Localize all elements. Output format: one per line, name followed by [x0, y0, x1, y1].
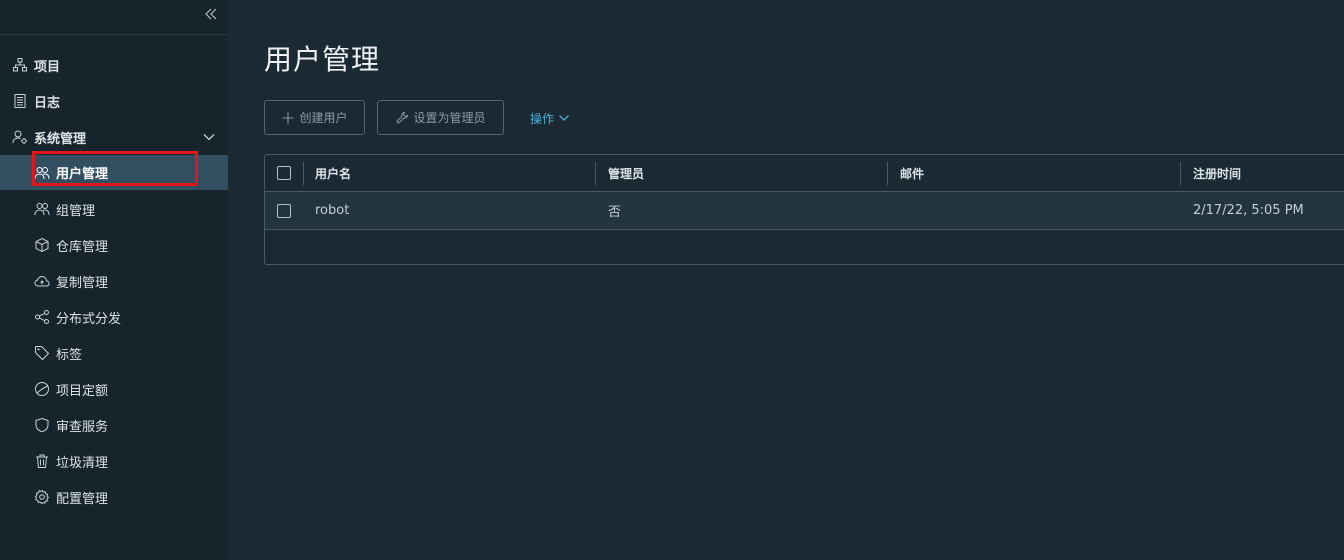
group-icon [34, 201, 50, 217]
row-checkbox[interactable] [277, 203, 291, 218]
trash-icon [34, 453, 50, 469]
sidebar-item-registries[interactable]: 仓库管理 [0, 228, 228, 262]
sidebar-item-label: 配置管理 [56, 491, 109, 507]
sidebar: 项目 日志 系统管理 用户管理 组管理 仓库管理 复制管理 分布式分发 标签 项… [0, 0, 228, 560]
select-all-cell [277, 155, 291, 191]
sidebar-item-projects[interactable]: 项目 [0, 48, 228, 82]
create-user-label: 创建用户 [299, 111, 348, 125]
plus-icon [282, 112, 294, 123]
column-header-email[interactable]: 邮件 [900, 155, 924, 191]
table-header: 用户名 管理员 邮件 注册时间 [265, 155, 1344, 192]
create-user-button[interactable]: 创建用户 [264, 100, 365, 135]
double-chevron-left-icon[interactable] [201, 6, 221, 26]
share-icon [34, 309, 50, 325]
admin-gear-icon [12, 129, 28, 145]
column-separator [303, 162, 304, 185]
sitemap-icon [12, 57, 28, 73]
sidebar-item-label: 日志 [34, 95, 61, 111]
sidebar-item-label: 标签 [56, 347, 83, 363]
chevron-down-icon[interactable] [202, 130, 216, 144]
tag-icon [34, 345, 50, 361]
cube-icon [34, 237, 50, 253]
column-separator [1180, 162, 1181, 185]
actions-dropdown[interactable]: 操作 [530, 108, 570, 128]
cell-registered: 2/17/22, 5:05 PM [1193, 203, 1304, 218]
row-select-cell [277, 192, 291, 229]
sidebar-item-logs[interactable]: 日志 [0, 84, 228, 118]
users-table: 用户名 管理员 邮件 注册时间 robot 否 2/17/22, 5:05 PM [264, 154, 1344, 265]
select-all-checkbox[interactable] [277, 166, 291, 180]
pie-icon [34, 381, 50, 397]
sidebar-item-garbage-collection[interactable]: 垃圾清理 [0, 444, 228, 478]
sidebar-item-label: 用户管理 [56, 167, 109, 182]
column-separator [595, 162, 596, 185]
sidebar-item-group-management[interactable]: 组管理 [0, 192, 228, 226]
cell-username: robot [315, 203, 350, 218]
sidebar-item-configuration[interactable]: 配置管理 [0, 480, 228, 514]
page-title: 用户管理 [264, 43, 381, 76]
sidebar-item-label: 组管理 [56, 203, 96, 219]
shield-icon [34, 417, 50, 433]
actions-label: 操作 [530, 111, 555, 126]
table-row[interactable]: robot 否 2/17/22, 5:05 PM [265, 192, 1344, 230]
sidebar-item-project-quotas[interactable]: 项目定额 [0, 372, 228, 406]
chevron-down-icon [559, 115, 569, 121]
column-separator [887, 162, 888, 185]
column-header-username[interactable]: 用户名 [315, 155, 351, 191]
sidebar-item-label: 项目定额 [56, 383, 109, 399]
sidebar-item-distributions[interactable]: 分布式分发 [0, 300, 228, 334]
set-admin-button[interactable]: 设置为管理员 [377, 100, 504, 135]
sidebar-item-interrogation-services[interactable]: 审查服务 [0, 408, 228, 442]
sidebar-divider [0, 34, 228, 35]
column-header-registered[interactable]: 注册时间 [1193, 155, 1241, 191]
sidebar-item-labels[interactable]: 标签 [0, 336, 228, 370]
cell-admin: 否 [608, 205, 622, 220]
sidebar-item-label: 项目 [34, 59, 61, 75]
users-icon [34, 165, 50, 181]
sidebar-item-label: 分布式分发 [56, 311, 122, 327]
wrench-icon [396, 111, 409, 124]
sidebar-item-label: 系统管理 [34, 131, 87, 147]
sidebar-item-replications[interactable]: 复制管理 [0, 264, 228, 298]
column-header-admin[interactable]: 管理员 [608, 155, 644, 191]
log-icon [12, 93, 28, 109]
sidebar-item-label: 复制管理 [56, 275, 109, 291]
gear-icon [34, 489, 50, 505]
sidebar-item-administration[interactable]: 系统管理 [0, 120, 228, 154]
set-admin-label: 设置为管理员 [413, 111, 486, 125]
sidebar-item-label: 垃圾清理 [56, 455, 109, 471]
main-content: 用户管理 创建用户 设置为管理员 操作 用户名 管理员 邮件 注册时间 robo… [228, 0, 1344, 560]
sidebar-item-user-management[interactable]: 用户管理 [0, 155, 228, 190]
sidebar-item-label: 审查服务 [56, 419, 109, 435]
cloud-sync-icon [34, 273, 50, 289]
sidebar-item-label: 仓库管理 [56, 239, 109, 255]
